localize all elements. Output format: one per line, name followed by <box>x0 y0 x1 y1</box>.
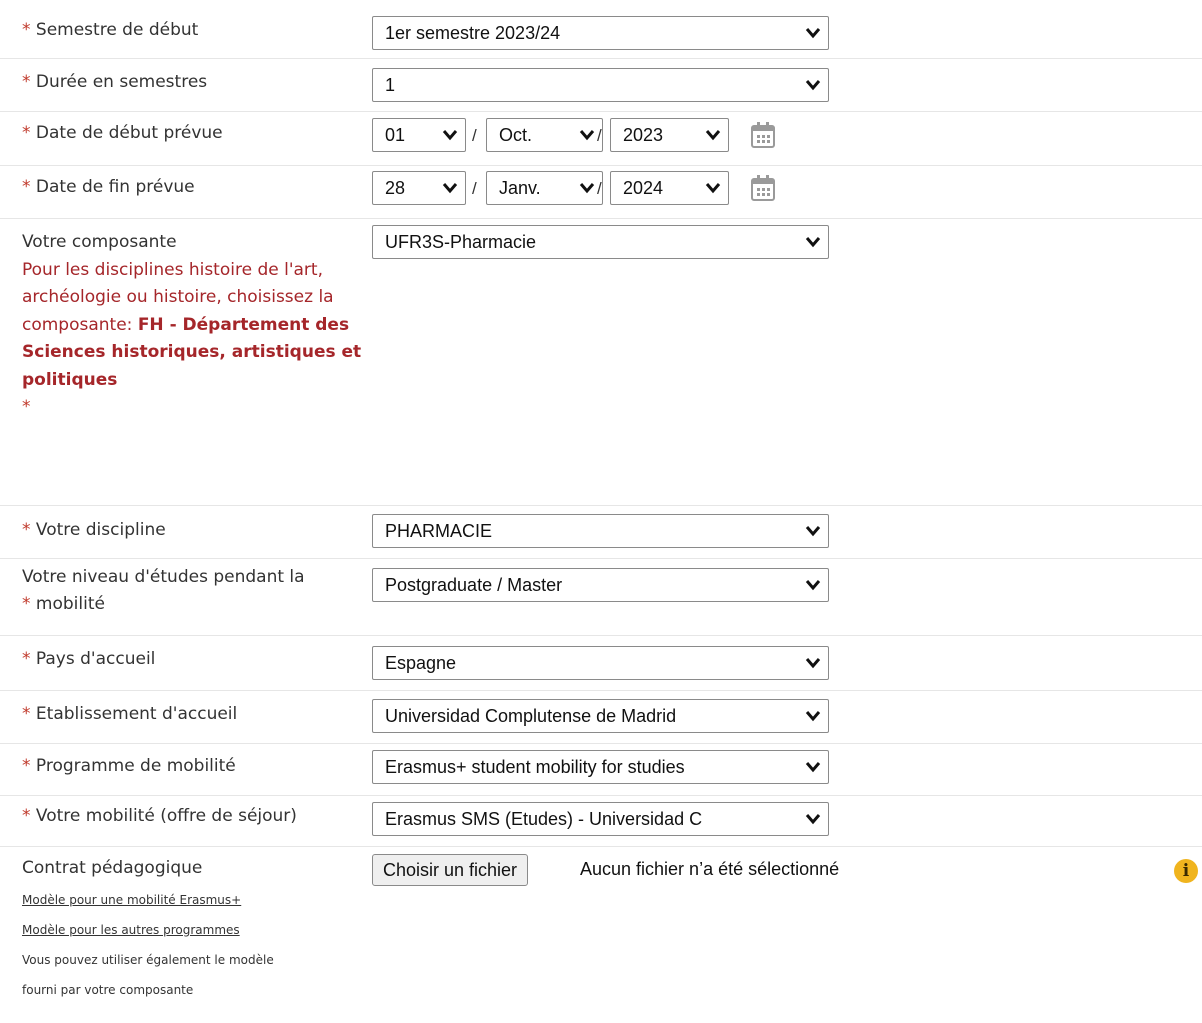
programme-select[interactable]: Erasmus+ student mobility for studies <box>372 750 829 784</box>
row-discipline: * Votre discipline PHARMACIE <box>0 506 1202 559</box>
date-debut-year-select[interactable]: 2023 <box>610 118 729 152</box>
discipline-select[interactable]: PHARMACIE <box>372 514 829 548</box>
composante-select[interactable]: UFR3S-Pharmacie <box>372 225 829 259</box>
chevron-down-icon <box>579 183 595 194</box>
composante-note: Pour les disciplines histoire de l'art, … <box>22 259 362 390</box>
chevron-down-icon <box>805 526 821 537</box>
row-mobilite: * Votre mobilité (offre de séjour) Erasm… <box>0 796 1202 847</box>
required-mark: * <box>22 806 31 826</box>
choose-file-button[interactable]: Choisir un fichier <box>372 854 529 886</box>
label-pays: * Pays d'accueil <box>22 649 156 669</box>
required-mark: * <box>22 123 31 143</box>
niveau-select[interactable]: Postgraduate / Master <box>372 568 829 602</box>
contrat-hint-line1: Vous pouvez utiliser également le modèle <box>22 953 274 967</box>
label-semestre-debut: * Semestre de début <box>22 20 199 40</box>
etablissement-select[interactable]: Universidad Complutense de Madrid <box>372 699 829 733</box>
info-icon[interactable]: i <box>1174 859 1198 883</box>
chevron-down-icon <box>805 658 821 669</box>
date-separator: / <box>472 179 477 198</box>
row-niveau: Votre niveau d'études pendant la * mobil… <box>0 559 1202 636</box>
label-niveau: Votre niveau d'études pendant la * mobil… <box>22 567 305 614</box>
label-date-fin: * Date de fin prévue <box>22 177 195 197</box>
label-discipline: * Votre discipline <box>22 520 166 540</box>
chevron-down-icon <box>805 28 821 39</box>
required-mark: * <box>22 520 31 540</box>
chevron-down-icon <box>805 237 821 248</box>
label-programme: * Programme de mobilité <box>22 756 236 776</box>
required-mark: * <box>22 756 31 776</box>
row-programme: * Programme de mobilité Erasmus+ student… <box>0 744 1202 796</box>
row-duree: * Durée en semestres 1 <box>0 59 1202 112</box>
required-mark: * <box>22 704 31 724</box>
label-composante: Votre composante Pour les disciplines hi… <box>22 232 362 417</box>
date-fin-month-select[interactable]: Janv. <box>486 171 603 205</box>
row-etablissement: * Etablissement d'accueil Universidad Co… <box>0 691 1202 744</box>
date-debut-month-select[interactable]: Oct. <box>486 118 603 152</box>
calendar-icon[interactable] <box>750 121 776 149</box>
required-mark: * <box>22 594 31 614</box>
row-date-fin: * Date de fin prévue 28 / Janv. / 2024 <box>0 166 1202 219</box>
mobilite-select[interactable]: Erasmus SMS (Etudes) - Universidad C <box>372 802 829 836</box>
date-debut-day-select[interactable]: 01 <box>372 118 466 152</box>
duree-select[interactable]: 1 <box>372 68 829 102</box>
row-semestre-debut: * Semestre de début 1er semestre 2023/24 <box>0 0 1202 59</box>
link-modele-autres[interactable]: Modèle pour les autres programmes <box>22 923 240 937</box>
chevron-down-icon <box>579 130 595 141</box>
chevron-down-icon <box>805 814 821 825</box>
required-mark: * <box>22 20 31 40</box>
row-date-debut: * Date de début prévue 01 / Oct. / 2023 <box>0 112 1202 166</box>
date-fin-day-select[interactable]: 28 <box>372 171 466 205</box>
chevron-down-icon <box>805 580 821 591</box>
label-etablissement: * Etablissement d'accueil <box>22 704 238 724</box>
label-contrat: Contrat pédagogique <box>22 858 203 878</box>
row-composante: Votre composante Pour les disciplines hi… <box>0 219 1202 506</box>
label-mobilite: * Votre mobilité (offre de séjour) <box>22 806 297 826</box>
label-date-debut: * Date de début prévue <box>22 123 223 143</box>
row-pays: * Pays d'accueil Espagne <box>0 636 1202 691</box>
chevron-down-icon <box>442 130 458 141</box>
date-separator: / <box>597 179 602 198</box>
chevron-down-icon <box>805 80 821 91</box>
required-mark: * <box>22 72 31 92</box>
chevron-down-icon <box>805 762 821 773</box>
date-fin-year-select[interactable]: 2024 <box>610 171 729 205</box>
label-duree: * Durée en semestres <box>22 72 208 92</box>
contrat-links: Modèle pour une mobilité Erasmus+ Modèle… <box>22 885 274 1005</box>
semestre-debut-select[interactable]: 1er semestre 2023/24 <box>372 16 829 50</box>
row-contrat: Contrat pédagogique Modèle pour une mobi… <box>0 847 1202 1023</box>
date-separator: / <box>472 126 477 145</box>
chevron-down-icon <box>442 183 458 194</box>
pays-select[interactable]: Espagne <box>372 646 829 680</box>
required-mark: * <box>22 177 31 197</box>
required-mark: * <box>22 649 31 669</box>
link-modele-erasmus[interactable]: Modèle pour une mobilité Erasmus+ <box>22 893 241 907</box>
chevron-down-icon <box>805 711 821 722</box>
contrat-hint-line2: fourni par votre composante <box>22 983 194 997</box>
calendar-icon[interactable] <box>750 174 776 202</box>
required-mark: * <box>22 397 31 417</box>
chevron-down-icon <box>705 130 721 141</box>
date-separator: / <box>597 126 602 145</box>
file-status: Aucun fichier n’a été sélectionné <box>580 859 840 879</box>
chevron-down-icon <box>705 183 721 194</box>
